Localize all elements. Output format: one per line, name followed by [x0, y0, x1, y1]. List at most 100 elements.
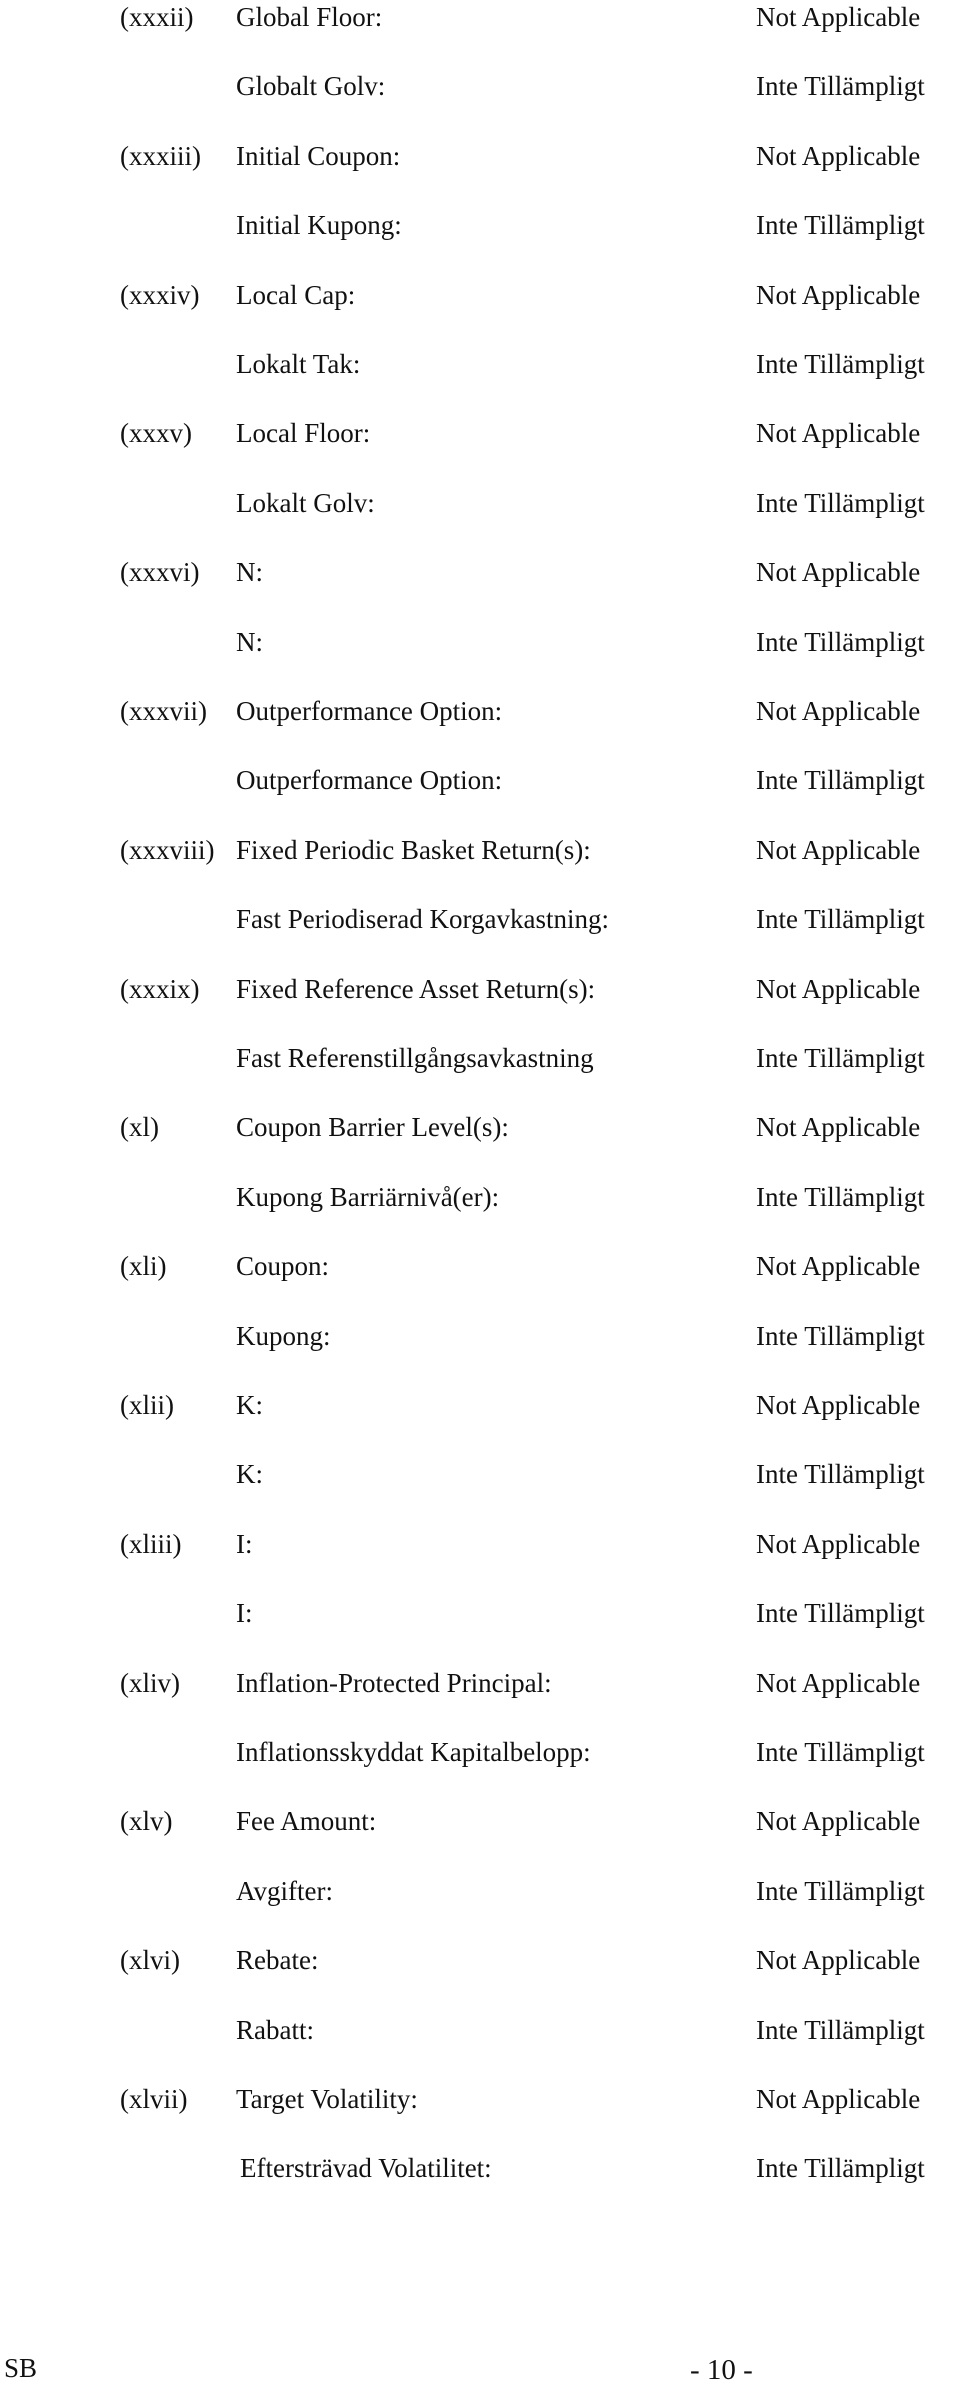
item-number: (xxxvii) [120, 696, 207, 726]
term-value: Not Applicable [756, 834, 921, 865]
term-value: Inte Tillämpligt [756, 2153, 925, 2184]
term-value: Inte Tillämpligt [756, 1737, 925, 1767]
term-label: Globalt Golv: [236, 71, 386, 102]
term-value: Inte Tillämpligt [756, 1043, 925, 1073]
term-label: Fixed Reference Asset Return(s): [236, 973, 596, 1004]
item-number: (xxxvi) [120, 557, 200, 588]
item-number: (xlvi) [120, 1945, 180, 1976]
term-value: Not Applicable [756, 973, 921, 1004]
term-label: Fee Amount: [236, 1806, 377, 1837]
term-value: Not Applicable [756, 1667, 921, 1698]
term-row-english: (xxxvi) N: Not Applicable [0, 552, 960, 592]
term-row-swedish: N: Inte Tillämpligt [0, 622, 960, 662]
page-number: - 10 - [690, 2354, 753, 2386]
term-label: K: [236, 1459, 263, 1490]
term-row-english: (xxxii) Global Floor: Not Applicable [0, 0, 960, 37]
item-number: (xxxix) [120, 973, 200, 1004]
item-number: (xliii) [120, 1528, 182, 1559]
term-value: Not Applicable [756, 279, 921, 310]
term-label: Outperformance Option: [236, 696, 503, 726]
term-row-english: (xli) Coupon: Not Applicable [0, 1246, 960, 1286]
term-value: Not Applicable [756, 696, 921, 726]
term-label: Initial Coupon: [236, 140, 401, 171]
term-value: Inte Tillämpligt [756, 904, 925, 935]
term-row-swedish: Eftersträvad Volatilitet: Inte Tillämplig… [0, 2148, 960, 2188]
term-value: Inte Tillämpligt [756, 1875, 925, 1906]
term-row-swedish: Rabatt: Inte Tillämpligt [0, 2010, 960, 2050]
term-row-english: (xlv) Fee Amount: Not Applicable [0, 1801, 960, 1841]
term-row-english: (xxxiii) Initial Coupon: Not Applicable [0, 136, 960, 176]
item-number: (xxxv) [120, 418, 192, 449]
term-value: Not Applicable [756, 1112, 921, 1143]
term-label: Local Floor: [236, 418, 371, 449]
term-value: Not Applicable [756, 557, 921, 588]
term-value: Inte Tillämpligt [756, 210, 925, 241]
term-label: Inflationsskyddat Kapitalbelopp: [236, 1737, 591, 1767]
term-value: Inte Tillämpligt [756, 626, 925, 657]
term-label: N: [236, 557, 263, 588]
term-row-swedish: Globalt Golv: Inte Tillämpligt [0, 66, 960, 106]
term-row-swedish: Lokalt Tak: Inte Tillämpligt [0, 344, 960, 384]
term-value: Inte Tillämpligt [756, 349, 925, 379]
term-row-english: (xliv) Inflation-Protected Principal: Not … [0, 1663, 960, 1703]
item-number: (xxxviii) [120, 834, 215, 865]
term-row-english: (xxxiv) Local Cap: Not Applicable [0, 275, 960, 315]
term-value: Not Applicable [756, 1251, 921, 1282]
term-label: I: [236, 1598, 253, 1629]
term-label: Rebate: [236, 1945, 319, 1976]
term-row-swedish: Inflationsskyddat Kapitalbelopp: Inte Til… [0, 1732, 960, 1772]
term-row-swedish: Initial Kupong: Inte Tillämpligt [0, 205, 960, 245]
term-value: Inte Tillämpligt [756, 1459, 925, 1490]
term-label: Fast Referenstillgångsavkastning [236, 1043, 594, 1073]
term-value: Not Applicable [756, 1528, 921, 1559]
term-label: Coupon Barrier Level(s): [236, 1112, 509, 1143]
term-row-swedish: Fast Referenstillgångsavkastning Inte Til… [0, 1038, 960, 1078]
term-row-english: (xlvii) Target Volatility: Not Applicable [0, 2079, 960, 2119]
item-number: (xlii) [120, 1390, 174, 1420]
term-row-english: (xxxviii) Fixed Periodic Basket Return(s)… [0, 830, 960, 870]
term-row-swedish: Avgifter: Inte Tillämpligt [0, 1871, 960, 1911]
term-label: Inflation-Protected Principal: [236, 1667, 552, 1698]
term-row-english: (xlii) K: Not Applicable [0, 1385, 960, 1425]
term-row-english: (xxxv) Local Floor: Not Applicable [0, 413, 960, 453]
term-row-swedish: Kupong Barriärnivå(er): Inte Tillämpligt [0, 1177, 960, 1217]
item-number: (xxxii) [120, 2, 194, 32]
term-value: Inte Tillämpligt [756, 71, 925, 102]
term-row-english: (xlvi) Rebate: Not Applicable [0, 1940, 960, 1980]
term-value: Inte Tillämpligt [756, 1320, 925, 1351]
term-value: Inte Tillämpligt [756, 1598, 925, 1629]
term-label: Target Volatility: [236, 2084, 418, 2114]
term-value: Inte Tillämpligt [756, 2014, 925, 2045]
term-row-english: (xxxix) Fixed Reference Asset Return(s): N… [0, 969, 960, 1009]
term-value: Not Applicable [756, 1806, 921, 1837]
term-label: Initial Kupong: [236, 210, 402, 241]
term-value: Not Applicable [756, 418, 921, 449]
term-value: Not Applicable [756, 1945, 921, 1976]
term-row-swedish: K: Inte Tillämpligt [0, 1454, 960, 1494]
term-value: Not Applicable [756, 2084, 921, 2114]
term-row-english: (xliii) I: Not Applicable [0, 1524, 960, 1564]
term-label: Kupong Barriärnivå(er): [236, 1181, 500, 1212]
term-label: K: [236, 1390, 263, 1420]
term-row-swedish: Outperformance Option: Inte Tillämpligt [0, 760, 960, 800]
term-label: Lokalt Golv: [236, 487, 375, 518]
item-number: (xlv) [120, 1806, 173, 1837]
term-label: Outperformance Option: [236, 765, 503, 796]
term-label: Avgifter: [236, 1875, 333, 1906]
term-label: Fixed Periodic Basket Return(s): [236, 834, 591, 865]
footer-initials: SB [4, 2353, 38, 2383]
item-number: (xlvii) [120, 2084, 188, 2114]
term-value: Not Applicable [756, 1390, 921, 1420]
term-label: I: [236, 1528, 253, 1559]
term-row-swedish: I: Inte Tillämpligt [0, 1593, 960, 1633]
term-label: Coupon: [236, 1251, 330, 1282]
term-row-swedish: Fast Periodiserad Korgavkastning: Inte Ti… [0, 899, 960, 939]
term-label: Fast Periodiserad Korgavkastning: [236, 904, 609, 935]
term-row-english: (xxxvii) Outperformance Option: Not Applic… [0, 691, 960, 731]
term-label: Rabatt: [236, 2014, 314, 2045]
term-value: Not Applicable [756, 2, 921, 32]
term-value: Inte Tillämpligt [756, 765, 925, 796]
term-label: Kupong: [236, 1320, 331, 1351]
term-value: Not Applicable [756, 140, 921, 171]
item-number: (xliv) [120, 1667, 180, 1698]
